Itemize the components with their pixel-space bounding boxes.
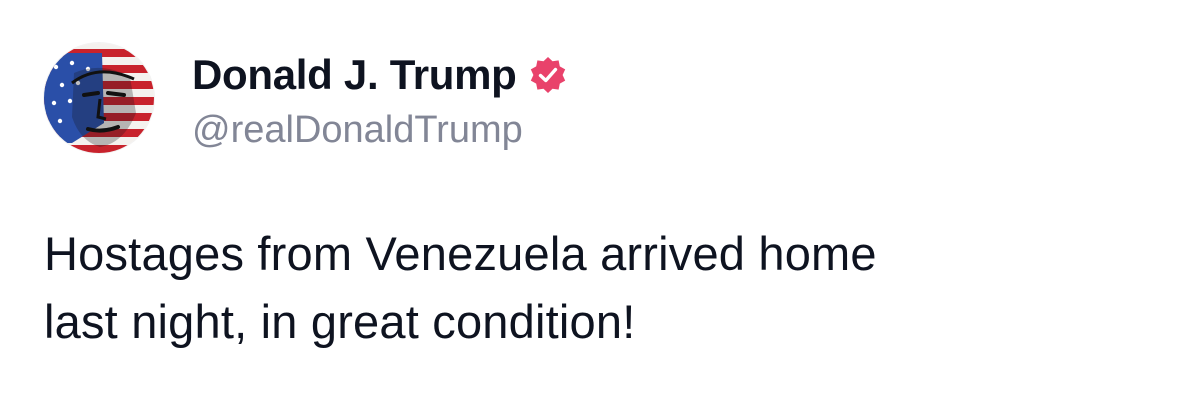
post-body: Hostages from Venezuela arrived home las…: [44, 220, 1164, 356]
post-header: Donald J. Trump @realDonaldTrump: [44, 42, 567, 154]
author-display-name[interactable]: Donald J. Trump: [192, 54, 517, 96]
author-avatar[interactable]: [44, 43, 154, 153]
social-post: Donald J. Trump @realDonaldTrump Hostage…: [0, 0, 1200, 408]
post-text-line: Hostages from Venezuela arrived home: [44, 227, 877, 280]
author-name-row: Donald J. Trump: [192, 47, 567, 103]
verified-badge-icon: [529, 56, 567, 94]
author-handle[interactable]: @realDonaldTrump: [192, 111, 567, 149]
post-text-line: last night, in great condition!: [44, 295, 636, 348]
flag-portrait-avatar-icon: [44, 43, 154, 153]
author-identity: Donald J. Trump @realDonaldTrump: [192, 47, 567, 149]
